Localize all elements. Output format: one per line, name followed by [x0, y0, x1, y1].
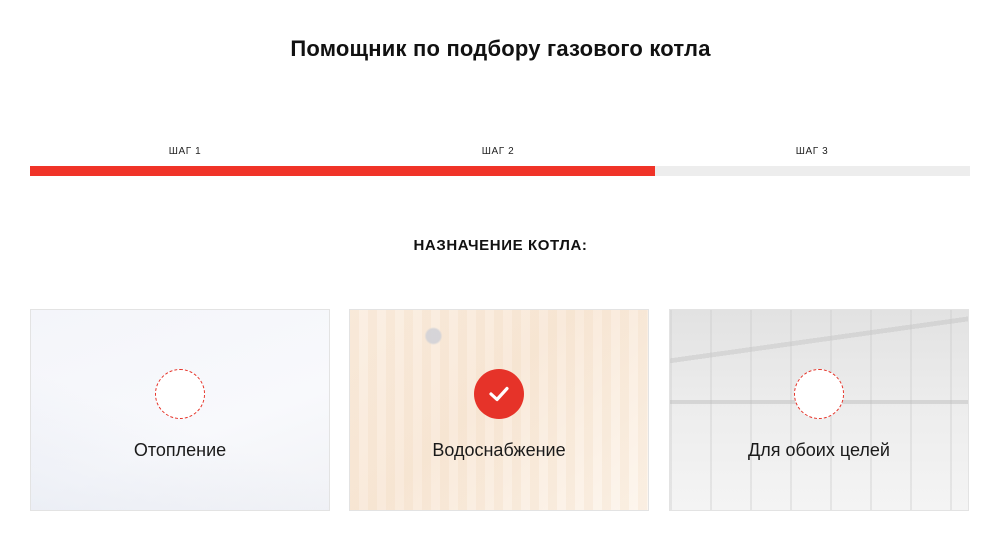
boiler-selection-wizard: Помощник по подбору газового котла ШАГ 1… [0, 0, 1001, 552]
step-2-label: ШАГ 2 [481, 146, 515, 157]
option-label: Для обоих целей [748, 440, 890, 460]
step-1-label: ШАГ 1 [168, 146, 202, 157]
option-label: Водоснабжение [432, 440, 566, 460]
page-title: Помощник по подбору газового котла [290, 36, 711, 61]
step-3-label: ШАГ 3 [795, 146, 829, 157]
progress-fill [30, 166, 656, 176]
option-card-water-supply[interactable]: Водоснабжение [349, 309, 649, 511]
checkmark-glyph [489, 386, 509, 402]
option-cards: Отопление Водоснабжение Для обоих целей [30, 309, 970, 511]
radio-empty-icon [794, 369, 844, 419]
step-progress: ШАГ 1 ШАГ 2 ШАГ 3 [30, 144, 970, 178]
question-heading: НАЗНАЧЕНИЕ КОТЛА: [413, 237, 588, 254]
option-card-heating[interactable]: Отопление [30, 309, 330, 511]
progress-track [30, 166, 970, 176]
radio-empty-icon [155, 369, 205, 419]
option-card-both-purposes[interactable]: Для обоих целей [669, 309, 969, 511]
option-label: Отопление [133, 440, 227, 460]
checkmark-icon [474, 369, 524, 419]
